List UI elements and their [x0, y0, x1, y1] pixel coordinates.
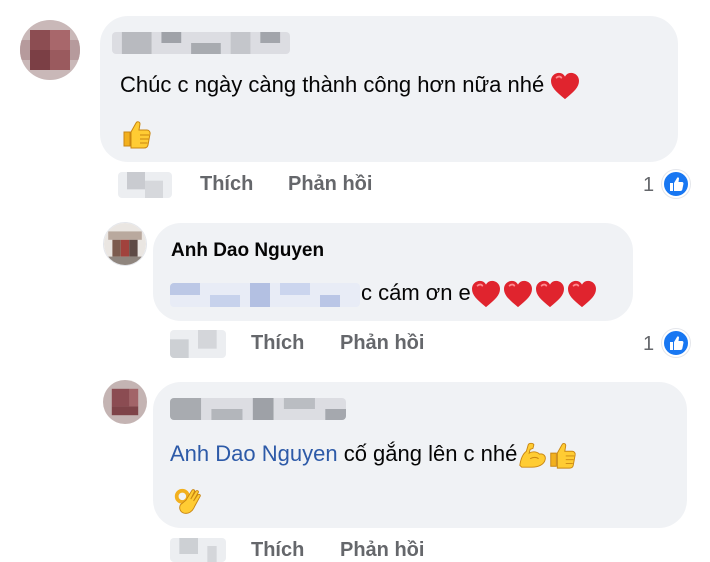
red-heart-icon [535, 280, 565, 308]
ok-hand-emoji-icon [172, 486, 202, 516]
timestamp-blurred[interactable] [118, 172, 172, 198]
timestamp-blurred[interactable] [170, 538, 226, 562]
like-link[interactable]: Thích [251, 332, 304, 355]
author-name[interactable]: Anh Dao Nguyen [171, 240, 324, 262]
reply-link[interactable]: Phản hồi [340, 539, 424, 562]
flexed-biceps-emoji-icon [517, 440, 547, 470]
like-link[interactable]: Thích [200, 173, 253, 196]
like-badge-icon[interactable] [662, 329, 690, 357]
like-link[interactable]: Thích [251, 539, 304, 562]
author-name-blurred[interactable] [170, 398, 346, 420]
comment-text: Chúc c ngày càng thành công hơn nữa nhé [120, 72, 580, 100]
thumbs-up-emoji-icon [547, 440, 577, 470]
author-name-blurred[interactable] [112, 32, 290, 54]
red-heart-icon [550, 72, 580, 100]
avatar[interactable] [103, 222, 147, 266]
text-blurred [170, 283, 360, 307]
reply-link[interactable]: Phản hồi [340, 332, 424, 355]
red-heart-icon [471, 280, 501, 308]
reply-link[interactable]: Phản hồi [288, 173, 372, 196]
timestamp-blurred[interactable] [170, 330, 226, 358]
reaction-count[interactable]: 1 [643, 333, 654, 356]
comment-text: c cám ơn e [361, 280, 597, 308]
thumbs-up-emoji-icon [120, 118, 152, 150]
like-badge-icon[interactable] [662, 170, 690, 198]
comment-text: Anh Dao Nguyen cố gắng lên c nhé [170, 440, 577, 470]
red-heart-icon [567, 280, 597, 308]
avatar-blurred[interactable] [20, 20, 80, 80]
red-heart-icon [503, 280, 533, 308]
reaction-count[interactable]: 1 [643, 174, 654, 197]
mention-link[interactable]: Anh Dao Nguyen [170, 441, 338, 466]
avatar-blurred[interactable] [103, 380, 147, 424]
